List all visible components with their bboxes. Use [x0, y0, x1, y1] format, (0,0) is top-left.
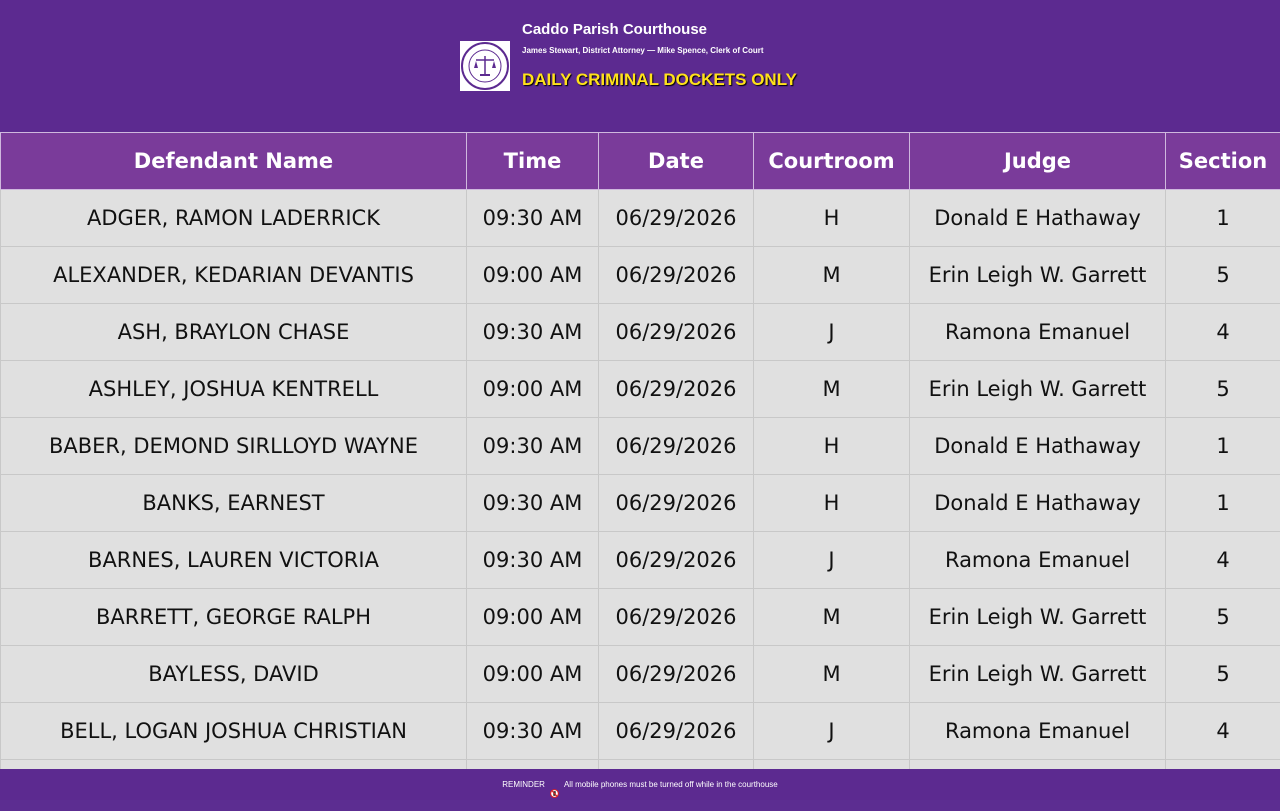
section-cell: 1 [1166, 190, 1280, 247]
page-title: Caddo Parish Courthouse [522, 21, 707, 38]
courtroom-cell: M [754, 361, 910, 418]
courtroom-cell: M [754, 589, 910, 646]
table-row: ALEXANDER, KEDARIAN DEVANTIS 09:00 AM 06… [1, 247, 1280, 304]
courtroom-cell: M [754, 247, 910, 304]
judge-cell: Donald E Hathaway [910, 475, 1166, 532]
defendant-name-cell: BARRETT, GEORGE RALPH [1, 589, 467, 646]
docket-table-container[interactable]: Defendant Name Time Date Courtroom Judge… [0, 132, 1280, 769]
judge-cell: Ramona Emanuel [910, 532, 1166, 589]
parish-seal-icon [460, 41, 510, 91]
column-header-date: Date [599, 133, 754, 190]
date-cell: 06/29/2026 [599, 589, 754, 646]
reminder-footer: REMINDER All mobile phones must be turne… [0, 769, 1280, 800]
column-header-time: Time [467, 133, 599, 190]
defendant-name-cell: BABER, DEMOND SIRLLOYD WAYNE [1, 418, 467, 475]
time-cell: 09:00 AM [467, 247, 599, 304]
defendant-name-cell: ASHLEY, JOSHUA KENTRELL [1, 361, 467, 418]
date-cell: 06/29/2026 [599, 190, 754, 247]
judge-cell: Erin Leigh W. Garrett [910, 247, 1166, 304]
section-cell: 5 [1166, 247, 1280, 304]
reminder-label: REMINDER [502, 780, 545, 789]
docket-table: Defendant Name Time Date Courtroom Judge… [0, 132, 1280, 769]
defendant-name-cell: BARNES, LAUREN VICTORIA [1, 532, 467, 589]
table-row: ASHLEY, JOSHUA KENTRELL 09:00 AM 06/29/2… [1, 361, 1280, 418]
section-cell: 1 [1166, 418, 1280, 475]
defendant-name-cell: BELL, LOGAN JOSHUA CHRISTIAN [1, 703, 467, 760]
column-header-judge: Judge [910, 133, 1166, 190]
judge-cell: Erin Leigh W. Garrett [910, 589, 1166, 646]
section-cell: 5 [1166, 589, 1280, 646]
judge-cell [910, 760, 1166, 770]
docket-banner: DAILY CRIMINAL DOCKETS ONLY [522, 70, 797, 90]
courtroom-cell: J [754, 532, 910, 589]
no-phone-icon [550, 780, 559, 789]
judge-cell: Ramona Emanuel [910, 703, 1166, 760]
table-row [1, 760, 1280, 770]
date-cell: 06/29/2026 [599, 646, 754, 703]
date-cell: 06/29/2026 [599, 418, 754, 475]
page-subtitle: James Stewart, District Attorney — Mike … [522, 46, 764, 55]
time-cell: 09:00 AM [467, 361, 599, 418]
time-cell [467, 760, 599, 770]
column-header-defendant: Defendant Name [1, 133, 467, 190]
table-row: ASH, BRAYLON CHASE 09:30 AM 06/29/2026 J… [1, 304, 1280, 361]
table-row: BABER, DEMOND SIRLLOYD WAYNE 09:30 AM 06… [1, 418, 1280, 475]
table-row: BARNES, LAUREN VICTORIA 09:30 AM 06/29/2… [1, 532, 1280, 589]
time-cell: 09:30 AM [467, 304, 599, 361]
courtroom-cell: M [754, 646, 910, 703]
section-cell: 4 [1166, 304, 1280, 361]
date-cell: 06/29/2026 [599, 475, 754, 532]
page-header: Caddo Parish Courthouse James Stewart, D… [0, 0, 1280, 132]
table-row: BELL, LOGAN JOSHUA CHRISTIAN 09:30 AM 06… [1, 703, 1280, 760]
date-cell: 06/29/2026 [599, 703, 754, 760]
section-cell: 4 [1166, 703, 1280, 760]
courtroom-cell: J [754, 703, 910, 760]
judge-cell: Donald E Hathaway [910, 190, 1166, 247]
date-cell: 06/29/2026 [599, 304, 754, 361]
courtroom-cell [754, 760, 910, 770]
table-header-row: Defendant Name Time Date Courtroom Judge… [1, 133, 1280, 190]
defendant-name-cell: ALEXANDER, KEDARIAN DEVANTIS [1, 247, 467, 304]
section-cell: 4 [1166, 532, 1280, 589]
judge-cell: Erin Leigh W. Garrett [910, 646, 1166, 703]
judge-cell: Donald E Hathaway [910, 418, 1166, 475]
date-cell: 06/29/2026 [599, 532, 754, 589]
courtroom-cell: H [754, 190, 910, 247]
date-cell [599, 760, 754, 770]
judge-cell: Ramona Emanuel [910, 304, 1166, 361]
courtroom-cell: H [754, 475, 910, 532]
time-cell: 09:00 AM [467, 646, 599, 703]
table-row: BARRETT, GEORGE RALPH 09:00 AM 06/29/202… [1, 589, 1280, 646]
time-cell: 09:30 AM [467, 703, 599, 760]
date-cell: 06/29/2026 [599, 247, 754, 304]
defendant-name-cell: ADGER, RAMON LADERRICK [1, 190, 467, 247]
time-cell: 09:00 AM [467, 589, 599, 646]
table-row: ADGER, RAMON LADERRICK 09:30 AM 06/29/20… [1, 190, 1280, 247]
section-cell [1166, 760, 1280, 770]
defendant-name-cell: BANKS, EARNEST [1, 475, 467, 532]
time-cell: 09:30 AM [467, 190, 599, 247]
date-cell: 06/29/2026 [599, 361, 754, 418]
column-header-courtroom: Courtroom [754, 133, 910, 190]
reminder-message: All mobile phones must be turned off whi… [564, 780, 778, 789]
defendant-name-cell: ASH, BRAYLON CHASE [1, 304, 467, 361]
time-cell: 09:30 AM [467, 418, 599, 475]
section-cell: 1 [1166, 475, 1280, 532]
table-row: BANKS, EARNEST 09:30 AM 06/29/2026 H Don… [1, 475, 1280, 532]
defendant-name-cell [1, 760, 467, 770]
judge-cell: Erin Leigh W. Garrett [910, 361, 1166, 418]
defendant-name-cell: BAYLESS, DAVID [1, 646, 467, 703]
courtroom-cell: J [754, 304, 910, 361]
table-row: BAYLESS, DAVID 09:00 AM 06/29/2026 M Eri… [1, 646, 1280, 703]
courtroom-cell: H [754, 418, 910, 475]
section-cell: 5 [1166, 361, 1280, 418]
section-cell: 5 [1166, 646, 1280, 703]
column-header-section: Section [1166, 133, 1280, 190]
time-cell: 09:30 AM [467, 475, 599, 532]
time-cell: 09:30 AM [467, 532, 599, 589]
